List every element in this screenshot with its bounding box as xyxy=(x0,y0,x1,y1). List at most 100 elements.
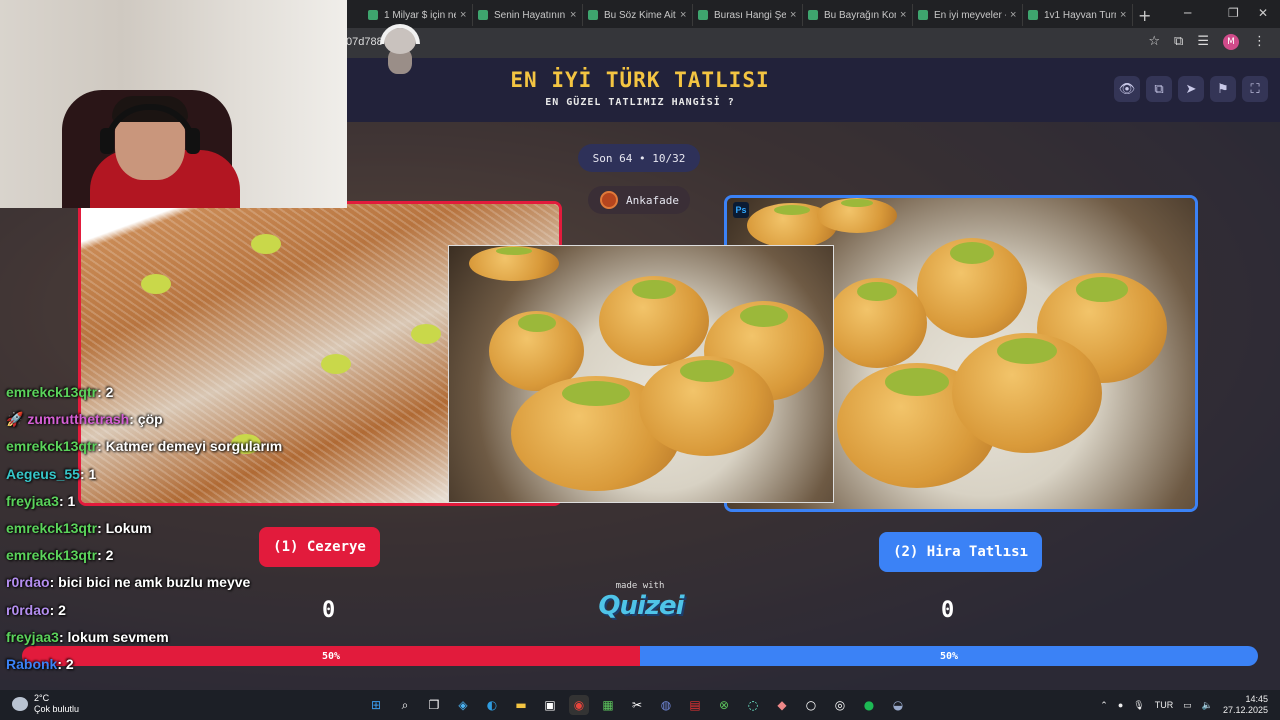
weather-desc: Çok bulutlu xyxy=(34,704,80,714)
chat-username: r0rdao xyxy=(6,601,50,618)
address-bar-actions: ☆ ⧉ ☰ M ⋮ xyxy=(1148,34,1266,50)
chat-message: emrekck13qtr: Katmer demeyi sorgularım xyxy=(6,438,283,455)
xbox-icon[interactable]: ⊗ xyxy=(714,695,734,715)
taskbar-apps: ⊞ ⌕ ❐ ◈ ◐ ▬ ▣ ◉ ▦ ✂ ◍ ▤ ⊗ ◌ ◆ ○ ◎ ● ◒ xyxy=(366,695,908,715)
profile-avatar[interactable]: M xyxy=(1223,34,1239,50)
file-explorer-icon[interactable]: ▬ xyxy=(511,695,531,715)
teams-icon[interactable]: ◆ xyxy=(772,695,792,715)
microphone-icon[interactable]: 🎙 xyxy=(1133,700,1144,711)
close-tab-icon[interactable]: × xyxy=(680,9,686,21)
tab-favicon-icon xyxy=(478,10,488,20)
chat-text: 2 xyxy=(105,384,114,400)
search-icon[interactable]: ⌕ xyxy=(395,695,415,715)
clock-time: 14:45 xyxy=(1245,694,1268,704)
tab-favicon-icon xyxy=(368,10,378,20)
reading-list-icon[interactable]: ☰ xyxy=(1197,34,1209,50)
cloud-icon xyxy=(12,697,28,711)
quizei-logo[interactable]: Quizei xyxy=(596,591,686,621)
tray-app-icon[interactable]: ● xyxy=(1118,700,1123,710)
right-percent-bar: 50% xyxy=(640,646,1258,666)
chat-message: 🚀 zumrutthetrash: çöp xyxy=(6,411,163,428)
temperature: 2°C xyxy=(34,693,50,703)
tab-bu-bayragin[interactable]: Bu Bayrağın Konu× xyxy=(802,4,914,26)
right-score: 0 xyxy=(941,598,955,623)
chat-username: zumrutthetrash xyxy=(27,411,130,428)
close-tab-icon[interactable]: × xyxy=(900,9,906,21)
bookmark-star-icon[interactable]: ☆ xyxy=(1148,34,1160,50)
tab-favicon-icon xyxy=(808,10,818,20)
vote-hira-button[interactable]: (2) Hira Tatlısı xyxy=(879,532,1042,572)
creator-badge[interactable]: Ankafade xyxy=(588,186,690,214)
copilot-icon[interactable]: ◈ xyxy=(453,695,473,715)
clock-date: 27.12.2025 xyxy=(1222,705,1268,715)
chat-message: Aegeus_55: 1 xyxy=(6,465,97,482)
extensions-icon[interactable]: ⧉ xyxy=(1174,34,1183,50)
chat-username: emrekck13qtr xyxy=(6,384,98,400)
restore-icon[interactable]: ❐ xyxy=(1228,6,1239,20)
webcam-overlay xyxy=(0,0,347,208)
minimize-icon[interactable]: ─ xyxy=(1184,6,1191,20)
chat-message: emrekck13qtr: Lokum xyxy=(6,519,152,536)
chat-message: r0rdao: bici bici ne amk buzlu meyve xyxy=(6,574,251,591)
close-tab-icon[interactable]: × xyxy=(790,9,796,21)
tab-favicon-icon xyxy=(1028,10,1038,20)
chat-text: Lokum xyxy=(105,519,152,536)
close-tab-icon[interactable]: × xyxy=(1010,9,1016,21)
start-menu-icon[interactable]: ⊞ xyxy=(366,695,386,715)
new-tab-button[interactable]: + xyxy=(1138,6,1151,25)
chat-message: r0rdao: 2 xyxy=(6,601,66,618)
capcut-icon[interactable]: ✂ xyxy=(627,695,647,715)
round-indicator: Son 64 • 10/32 xyxy=(578,144,700,172)
tab-senin-hayatinin[interactable]: Senin Hayatının E× xyxy=(472,4,584,26)
steam-icon[interactable]: ◒ xyxy=(888,695,908,715)
clock[interactable]: 14:45 27.12.2025 xyxy=(1223,694,1268,716)
chat-username: Rabonk xyxy=(6,655,58,672)
chat-username: r0rdao xyxy=(6,574,50,591)
tab-bu-soz[interactable]: Bu Söz Kime Ait? × xyxy=(582,4,694,26)
volume-icon[interactable]: 🔈 xyxy=(1202,700,1213,711)
chat-message: emrekck13qtr: 2 xyxy=(6,547,114,564)
chat-text: 1 xyxy=(88,465,97,482)
weather-widget[interactable]: 2°C Çok bulutlu xyxy=(12,693,79,715)
close-tab-icon[interactable]: × xyxy=(1120,9,1126,21)
chat-username: emrekck13qtr xyxy=(6,519,98,536)
stream-chat: emrekck13qtr: 2 🚀 zumrutthetrash: çöp em… xyxy=(6,384,282,683)
obs-icon[interactable]: ◎ xyxy=(830,695,850,715)
tab-en-iyi-meyveler[interactable]: En iyi meyveler - × xyxy=(912,4,1024,26)
close-tab-icon[interactable]: × xyxy=(460,9,466,21)
discord-icon[interactable]: ◍ xyxy=(656,695,676,715)
close-window-icon[interactable]: ✕ xyxy=(1258,6,1268,20)
language-indicator[interactable]: TUR xyxy=(1155,700,1174,710)
left-score: 0 xyxy=(322,598,336,623)
photoshop-icon: Ps xyxy=(733,202,749,218)
network-icon[interactable]: ▭ xyxy=(1183,700,1192,711)
chat-text: bici bici ne amk buzlu meyve xyxy=(58,574,251,591)
chat-text: çöp xyxy=(137,411,163,428)
chat-username: freyjaa3 xyxy=(6,492,59,509)
chat-text: 2 xyxy=(65,655,74,672)
creator-avatar xyxy=(600,191,618,209)
close-tab-icon[interactable]: × xyxy=(570,9,576,21)
tab-burasi-hangi[interactable]: Burası Hangi Şehir× xyxy=(692,4,804,26)
edge-icon[interactable]: ◐ xyxy=(482,695,502,715)
creator-name: Ankafade xyxy=(626,193,679,207)
task-view-icon[interactable]: ❐ xyxy=(424,695,444,715)
app-red-icon[interactable]: ▤ xyxy=(685,695,705,715)
app-globe-icon[interactable]: ◌ xyxy=(743,695,763,715)
chat-message: freyjaa3: 1 xyxy=(6,492,76,509)
minecraft-icon[interactable]: ▦ xyxy=(598,695,618,715)
store-icon[interactable]: ▣ xyxy=(540,695,560,715)
url-text[interactable]: 07d788 xyxy=(346,36,383,48)
app-circle-icon[interactable]: ○ xyxy=(801,695,821,715)
chat-message: freyjaa3: lokum sevmem xyxy=(6,628,169,645)
cat-headphones-sticker xyxy=(380,20,420,76)
chrome-icon[interactable]: ◉ xyxy=(569,695,589,715)
chat-username: emrekck13qtr xyxy=(6,547,98,564)
tab-hayvan-turnuva[interactable]: 1v1 Hayvan Turnu× xyxy=(1022,4,1134,26)
zoomed-preview-image xyxy=(448,245,834,503)
menu-icon[interactable]: ⋮ xyxy=(1253,34,1266,50)
spotify-icon[interactable]: ● xyxy=(859,695,879,715)
chat-message: Rabonk: 2 xyxy=(6,655,74,672)
system-tray: ⌃ ● 🎙 TUR ▭ 🔈 14:45 27.12.2025 xyxy=(1100,690,1280,720)
tray-chevron-icon[interactable]: ⌃ xyxy=(1100,700,1108,711)
